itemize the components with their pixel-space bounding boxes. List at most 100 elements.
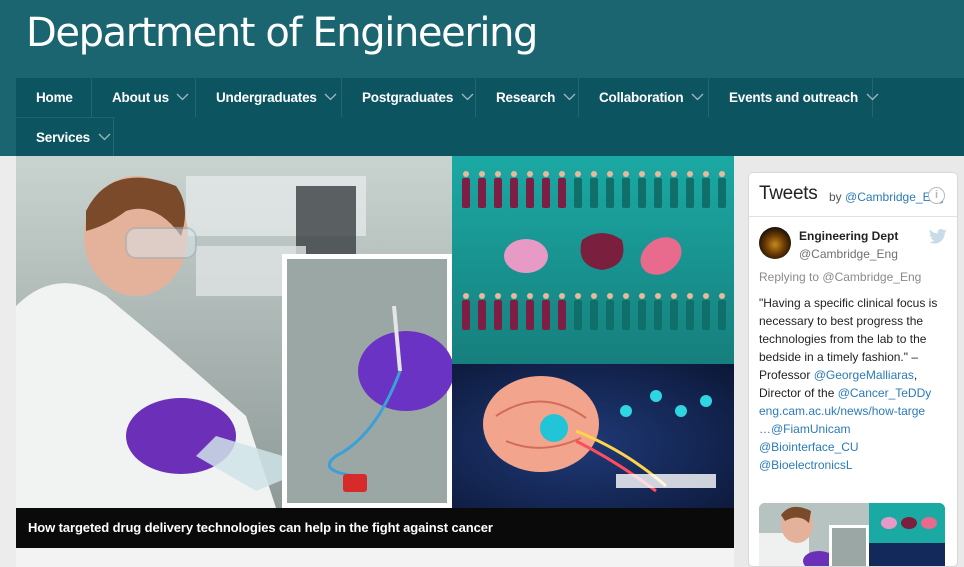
figure-head xyxy=(575,171,581,177)
figure-body xyxy=(478,178,486,208)
figure-head xyxy=(687,293,693,299)
figure-head xyxy=(607,171,613,177)
nav-item-undergraduates[interactable]: Undergraduates xyxy=(196,78,342,117)
figure-head xyxy=(527,171,533,177)
tweet-line: necessary to best progress the xyxy=(759,314,924,328)
figure-head xyxy=(479,293,485,299)
figure-head xyxy=(479,171,485,177)
figure-body xyxy=(654,300,662,330)
figure-head xyxy=(495,171,501,177)
tweet-url-link[interactable]: eng.cam.ac.uk/news/how-targe xyxy=(759,402,957,420)
figure-body xyxy=(494,300,502,330)
figure-head xyxy=(639,293,645,299)
byline-prefix: by xyxy=(829,190,842,204)
reply-handle-link[interactable]: @Cambridge_Eng xyxy=(822,270,921,284)
figure-body xyxy=(670,300,678,330)
twitter-timeline-widget: Tweets by @Cambridge_Eng i Engineering D… xyxy=(748,172,958,567)
figure-body xyxy=(590,178,598,208)
reply-context: Replying to @Cambridge_Eng xyxy=(759,270,921,284)
figure-body xyxy=(622,178,630,208)
tweet-text: "Having a specific clinical focus is nec… xyxy=(759,294,957,474)
nav-item-services[interactable]: Services xyxy=(16,117,114,156)
figure-body xyxy=(574,300,582,330)
figure-body xyxy=(702,300,710,330)
figure-head xyxy=(671,293,677,299)
figure-body xyxy=(606,178,614,208)
figure-body xyxy=(638,178,646,208)
figure-head xyxy=(559,293,565,299)
timeline-title: Tweets xyxy=(759,183,818,204)
mention-link-george-malliaras[interactable]: @GeorgeMalliaras xyxy=(814,368,914,382)
figure-head xyxy=(495,293,501,299)
chevron-down-icon xyxy=(563,93,576,101)
figure-body xyxy=(478,300,486,330)
figure-head xyxy=(463,171,469,177)
nav-item-label: Undergraduates xyxy=(216,90,317,105)
figure-body xyxy=(542,300,550,330)
mention-link-biointerface[interactable]: @Biointerface_CU xyxy=(759,438,957,456)
chevron-down-icon xyxy=(461,93,474,101)
figure-head xyxy=(559,171,565,177)
figure-body xyxy=(638,300,646,330)
figure-head xyxy=(703,171,709,177)
nav-item-postgraduates[interactable]: Postgraduates xyxy=(342,78,476,117)
figure-body xyxy=(718,300,726,330)
figure-head xyxy=(655,171,661,177)
figure-head xyxy=(703,293,709,299)
nav-item-research[interactable]: Research xyxy=(476,78,579,117)
nav-item-home[interactable]: Home xyxy=(16,78,92,117)
hero-carousel[interactable]: How targeted drug delivery technologies … xyxy=(16,156,734,548)
nav-item-label: Collaboration xyxy=(599,90,684,105)
professor-prefix: Professor xyxy=(759,368,814,382)
director-prefix: Director of the xyxy=(759,386,838,400)
figure-head xyxy=(623,293,629,299)
nav-item-collaboration[interactable]: Collaboration xyxy=(579,78,709,117)
figure-head xyxy=(719,293,725,299)
site-title[interactable]: Department of Engineering xyxy=(26,10,538,56)
timeline-header: Tweets by @Cambridge_Eng i xyxy=(749,173,957,217)
figure-body xyxy=(686,300,694,330)
figure-body xyxy=(654,178,662,208)
hero-image[interactable] xyxy=(16,156,734,508)
chevron-down-icon xyxy=(98,133,110,141)
nav-item-label: Research xyxy=(496,90,556,105)
mention-link-fiam-unicam[interactable]: …@FiamUnicam xyxy=(759,420,957,438)
tweet-line: "Having a specific clinical focus is xyxy=(759,296,938,310)
figure-head xyxy=(511,171,517,177)
tweet-line: Professor @GeorgeMalliaras, xyxy=(759,366,957,384)
figure-head xyxy=(639,171,645,177)
figure-head xyxy=(655,293,661,299)
nav-item-label: Services xyxy=(36,130,90,145)
hero-caption[interactable]: How targeted drug delivery technologies … xyxy=(28,520,493,535)
figure-head xyxy=(687,171,693,177)
figure-head xyxy=(463,293,469,299)
figure-head xyxy=(607,293,613,299)
reply-prefix: Replying to xyxy=(759,270,820,284)
mention-link-cancer-teddy[interactable]: @Cancer_TeDDy xyxy=(838,386,932,400)
tweet-author-name[interactable]: Engineering Dept xyxy=(799,229,898,243)
figure-head xyxy=(719,171,725,177)
figure-head xyxy=(623,171,629,177)
avatar[interactable] xyxy=(759,227,791,259)
figure-head xyxy=(511,293,517,299)
tweet-line: bedside in a timely fashion." – xyxy=(759,350,919,364)
nav-item-label: Events and outreach xyxy=(729,90,858,105)
mention-link-bioelectronics[interactable]: @BioelectronicsL xyxy=(759,456,957,474)
figure-body xyxy=(574,178,582,208)
content-area xyxy=(16,548,734,567)
nav-item-events-and-outreach[interactable]: Events and outreach xyxy=(709,78,879,117)
figure-head xyxy=(527,293,533,299)
figure-body xyxy=(526,300,534,330)
twitter-bird-icon[interactable] xyxy=(929,229,947,244)
figure-body xyxy=(494,178,502,208)
nav-item-label: Home xyxy=(36,90,73,105)
figure-body xyxy=(606,300,614,330)
info-icon[interactable]: i xyxy=(928,187,945,204)
figure-body xyxy=(702,178,710,208)
nav-item-about-us[interactable]: About us xyxy=(92,78,196,117)
figure-body xyxy=(510,300,518,330)
figure-body xyxy=(462,300,470,330)
tweet-media-thumbnail[interactable] xyxy=(759,503,945,567)
figure-body xyxy=(462,178,470,208)
tweet-author-handle[interactable]: @Cambridge_Eng xyxy=(799,247,898,261)
